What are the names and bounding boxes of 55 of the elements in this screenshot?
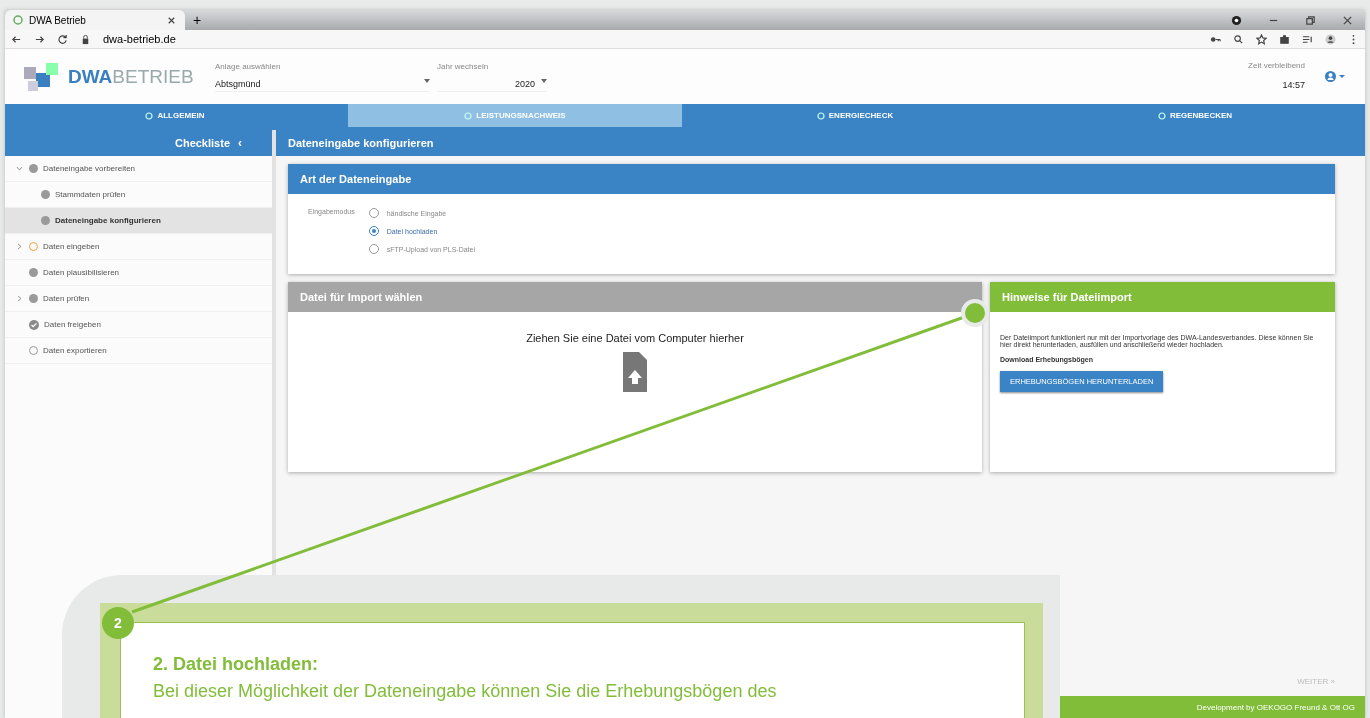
- playlist-icon[interactable]: [1302, 33, 1313, 45]
- status-circle-icon: [1157, 111, 1166, 120]
- nav-tab[interactable]: ENERGIECHECK: [688, 104, 1022, 127]
- checklist-item[interactable]: Dateneingabe konfigurieren: [5, 208, 272, 234]
- checklist-item[interactable]: Daten prüfen: [5, 286, 272, 312]
- collapse-icon[interactable]: ‹: [238, 136, 242, 150]
- caret-icon: [541, 78, 547, 83]
- reload-icon[interactable]: [57, 33, 68, 45]
- nav-tab[interactable]: ALLGEMEIN: [8, 104, 342, 127]
- sidebar-title: Checkliste: [174, 137, 230, 149]
- checklist-item-label: Daten prüfen: [43, 294, 90, 303]
- footer-credit: Development by OEKOGO Freund & Ott OG: [1196, 702, 1355, 712]
- year-dropdown[interactable]: 2020: [437, 78, 547, 92]
- record-icon[interactable]: [1231, 14, 1242, 26]
- user-menu-icon[interactable]: [1325, 71, 1345, 82]
- drop-zone[interactable]: Ziehen Sie eine Datei vom Computer hierher: [288, 312, 982, 392]
- profile-icon[interactable]: [1325, 33, 1336, 45]
- checklist-item[interactable]: Dateneingabe vorbereiten: [5, 156, 272, 182]
- checklist-item[interactable]: Daten freigeben: [5, 312, 272, 338]
- field-label: Jahr wechseln: [437, 61, 490, 71]
- tab-title: DWA Betrieb: [29, 14, 87, 26]
- star-icon[interactable]: [1256, 33, 1267, 45]
- close-icon[interactable]: [1342, 14, 1353, 26]
- status-circle-icon: [464, 111, 473, 120]
- time-remaining: 14:57: [1282, 80, 1305, 92]
- card-header: Datei für Import wählen: [288, 282, 982, 312]
- url-field[interactable]: dwa-betrieb.de: [103, 33, 1198, 45]
- page-title: Dateneingabe konfigurieren: [276, 130, 1365, 156]
- checklist-item-label: Daten eingeben: [43, 242, 100, 251]
- restore-icon[interactable]: [1305, 14, 1316, 26]
- checklist-item-label: Dateneingabe konfigurieren: [55, 216, 161, 225]
- logo-text: DWABETRIEB: [68, 65, 194, 88]
- checklist-item-label: Stammdaten prüfen: [55, 190, 126, 199]
- status-circle-icon: [816, 111, 825, 120]
- field-label: Anlage auswählen: [215, 61, 282, 71]
- checklist-item[interactable]: Daten eingeben: [5, 234, 272, 260]
- loading-circle-icon: [13, 15, 23, 25]
- file-upload-icon: [623, 352, 647, 392]
- status-circle-icon: [145, 111, 154, 120]
- nav-tab[interactable]: REGENBECKEN: [1028, 104, 1362, 127]
- caret-icon: [424, 78, 430, 83]
- checklist-item[interactable]: Daten plausibilisieren: [5, 260, 272, 286]
- lock-icon[interactable]: [80, 33, 91, 45]
- search-icon[interactable]: [1233, 33, 1244, 45]
- card-header: Art der Dateneingabe: [288, 164, 1335, 194]
- browser-tab[interactable]: DWA Betrieb: [5, 10, 185, 30]
- checklist-item-label: Dateneingabe vorbereiten: [43, 164, 136, 173]
- new-tab-button[interactable]: +: [185, 12, 202, 28]
- plant-dropdown[interactable]: Abtsgmünd: [215, 78, 430, 92]
- checklist-item[interactable]: Daten exportieren: [5, 338, 272, 364]
- checklist-item-label: Daten exportieren: [43, 346, 107, 355]
- checklist-item-label: Daten plausibilisieren: [43, 268, 120, 277]
- field-label: Zeit verbleibend: [1248, 61, 1305, 70]
- checklist-item-label: Daten freigeben: [44, 320, 101, 329]
- card-header: Hinweise für Dateiimport: [990, 282, 1335, 312]
